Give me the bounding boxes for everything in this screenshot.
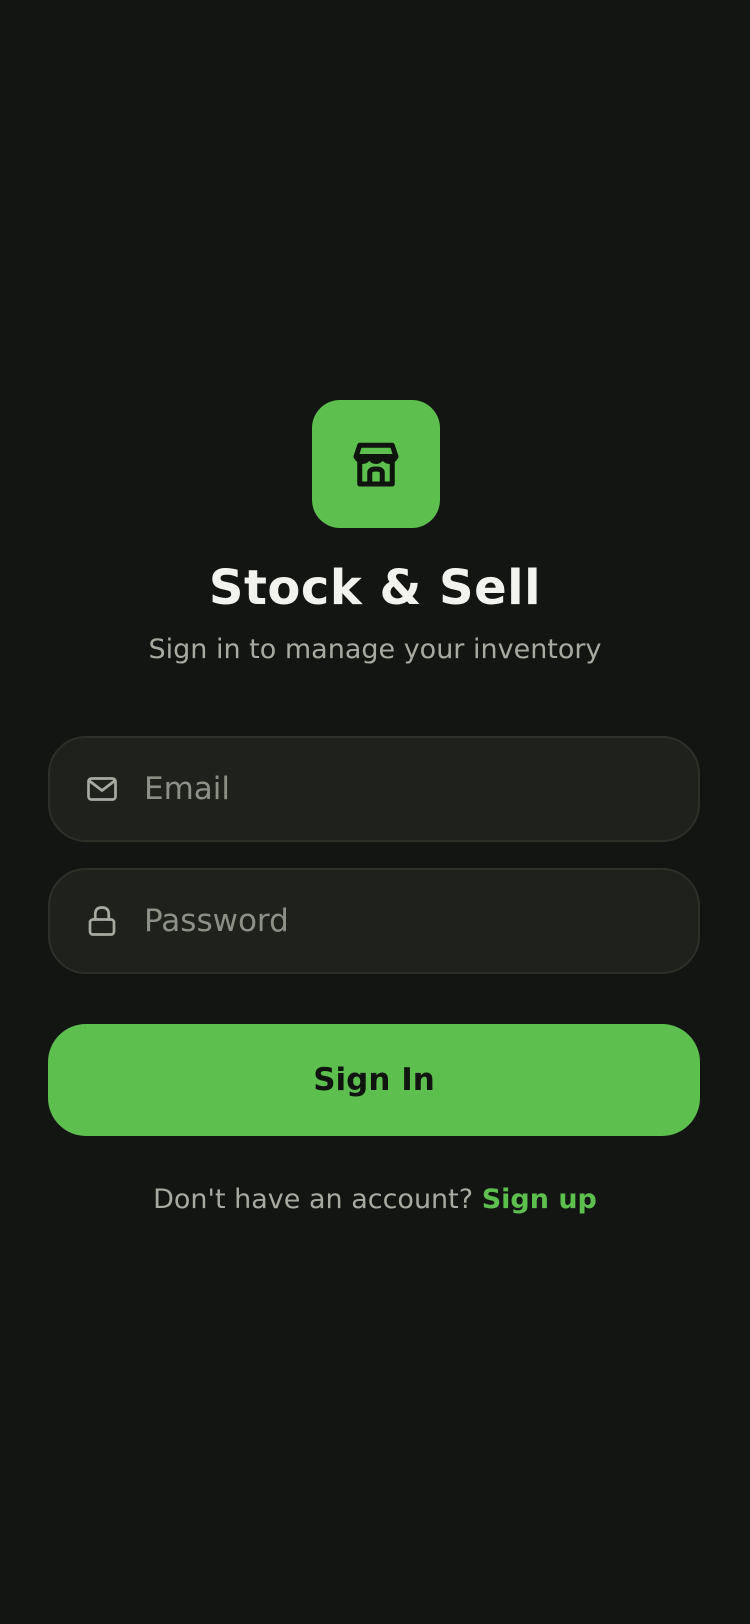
sign-in-button[interactable]: Sign In [48,1024,700,1136]
mail-icon [84,771,120,807]
storefront-icon [353,442,399,487]
app-title: Stock & Sell [208,560,542,616]
sign-up-link[interactable]: Sign up [482,1184,597,1215]
signup-prompt: Don't have an account? Sign up [0,1184,750,1215]
email-field[interactable] [48,736,700,842]
lock-icon [84,903,120,939]
email-input[interactable] [144,738,668,840]
password-field[interactable] [48,868,700,974]
app-logo [312,400,440,528]
app-subtitle: Sign in to manage your inventory [148,634,602,665]
password-input[interactable] [144,870,668,972]
signup-prompt-text: Don't have an account? [153,1184,474,1215]
